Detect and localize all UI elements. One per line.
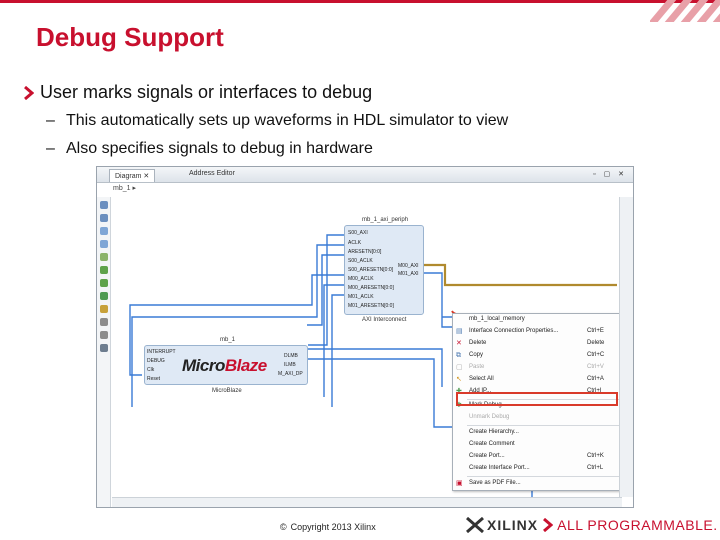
menu-item-create-hierarchy[interactable]: Create Hierarchy...: [453, 427, 621, 439]
settings-icon[interactable]: [100, 331, 108, 339]
axi-pin[interactable]: M01_ACLK: [348, 294, 374, 300]
mb-pin[interactable]: INTERRUPT: [147, 349, 176, 355]
axi-block-type: AXI Interconnect: [362, 317, 407, 323]
menu-separator: [467, 425, 621, 426]
axi-block-name: mb_1_axi_periph: [362, 217, 409, 223]
zoom-area-icon[interactable]: [100, 240, 108, 248]
mb-pin[interactable]: DLMB: [284, 353, 298, 359]
microblaze-block-type: MicroBlaze: [212, 388, 242, 394]
slide-title: Debug Support: [36, 22, 224, 52]
menu-item-delete[interactable]: ✕ Delete Delete: [453, 338, 621, 350]
menu-item-unmark-debug[interactable]: Unmark Debug: [453, 412, 621, 424]
window-controls[interactable]: ▫ ▢ ✕: [593, 170, 627, 178]
axi-pin[interactable]: S00_AXI: [348, 230, 368, 236]
menu-item-copy[interactable]: ⧉ Copy Ctrl+C: [453, 350, 621, 362]
vertical-scrollbar[interactable]: [619, 197, 633, 497]
axi-pin[interactable]: ARESETN[0:0]: [348, 249, 381, 255]
axi-pin[interactable]: M00_ARESETN[0:0]: [348, 285, 394, 291]
main-bullet: User marks signals or interfaces to debu…: [24, 82, 372, 103]
header-rule: [0, 0, 720, 3]
axi-pin[interactable]: M01_ARESETN[0:0]: [348, 303, 394, 309]
brand-tagline: ALL PROGRAMMABLE.: [557, 517, 718, 533]
menu-item-paste[interactable]: ▢ Paste Ctrl+V: [453, 362, 621, 374]
select-all-icon: ↖: [456, 376, 462, 383]
tab-diagram[interactable]: Diagram ✕: [109, 169, 156, 182]
axi-pin[interactable]: M00_ACLK: [348, 276, 374, 282]
microblaze-logo: MicroBlaze: [182, 356, 267, 375]
run-automation-icon[interactable]: [100, 305, 108, 313]
copy-icon: ⧉: [456, 352, 461, 359]
chevron-right-icon: [24, 85, 34, 100]
menu-separator: [467, 476, 621, 477]
zoom-in-icon[interactable]: [100, 201, 108, 209]
properties-icon: ▤: [456, 328, 463, 335]
regenerate-icon[interactable]: [100, 292, 108, 300]
slide: Debug Support User marks signals or inte…: [0, 0, 720, 540]
horizontal-scrollbar[interactable]: [112, 497, 622, 507]
menu-item-create-port[interactable]: Create Port... Ctrl+K: [453, 451, 621, 463]
mb-pin[interactable]: M_AXI_DP: [278, 371, 303, 377]
axi-pin[interactable]: M00_AXI: [398, 263, 419, 269]
menu-item-create-interface-port[interactable]: Create Interface Port... Ctrl+L: [453, 463, 621, 475]
axi-pin[interactable]: M01_AXI: [398, 271, 419, 277]
mark-debug-highlight: [456, 392, 618, 406]
select-icon[interactable]: [100, 253, 108, 261]
axi-pin[interactable]: ACLK: [348, 240, 361, 246]
chevron-right-icon: [543, 518, 554, 532]
menu-item-save-as-pdf[interactable]: ▣ Save as PDF File...: [453, 478, 621, 490]
xilinx-logo: XILINX ALL PROGRAMMABLE.: [466, 517, 718, 533]
brand-name: XILINX: [487, 517, 539, 533]
vivado-screenshot: Diagram ✕ Address Editor ▫ ▢ ✕ mb_1 ▸ mb…: [96, 166, 634, 508]
search-icon[interactable]: [100, 344, 108, 352]
delete-icon: ✕: [456, 340, 462, 347]
header-stripes-decoration: [650, 0, 720, 22]
axi-pin[interactable]: S00_ARESETN[0:0]: [348, 267, 393, 273]
zoom-out-icon[interactable]: [100, 214, 108, 222]
editor-tab-bar: Diagram ✕ Address Editor ▫ ▢ ✕: [97, 167, 633, 183]
zoom-fit-icon[interactable]: [100, 227, 108, 235]
microblaze-block-name: mb_1: [220, 337, 236, 343]
xilinx-x-icon: [466, 517, 484, 533]
mb-pin[interactable]: ILMB: [284, 362, 296, 368]
menu-item-select-all[interactable]: ↖ Select All Ctrl+A: [453, 374, 621, 386]
validate-icon[interactable]: [100, 318, 108, 326]
diagram-toolbar: [97, 197, 111, 507]
copyright-notice: © Copyright 2013 Xilinx: [280, 522, 376, 532]
paste-icon: ▢: [456, 364, 463, 371]
context-menu-header: mb_1_local_memory: [469, 316, 525, 322]
menu-item-create-comment[interactable]: Create Comment: [453, 439, 621, 451]
mb-pin[interactable]: DEBUG: [147, 358, 165, 364]
design-breadcrumb: mb_1 ▸: [113, 185, 136, 192]
tab-address-editor[interactable]: Address Editor: [189, 170, 235, 177]
add-ip-icon[interactable]: [100, 266, 108, 274]
main-bullet-text: User marks signals or interfaces to debu…: [40, 82, 373, 102]
pdf-icon: ▣: [456, 480, 463, 487]
mb-pin[interactable]: Clk: [147, 367, 154, 373]
sub-bullet-2: – Also specifies signals to debug in hard…: [46, 140, 373, 157]
design-name: mb_1: [113, 185, 131, 192]
refresh-icon[interactable]: [100, 279, 108, 287]
sub-bullet-1: – This automatically sets up waveforms in…: [46, 112, 509, 129]
menu-item-interface-connection-properties[interactable]: ▤ Interface Connection Properties... Ctrl+…: [453, 326, 621, 338]
mb-pin[interactable]: Reset: [147, 376, 160, 382]
axi-pin[interactable]: S00_ACLK: [348, 258, 373, 264]
